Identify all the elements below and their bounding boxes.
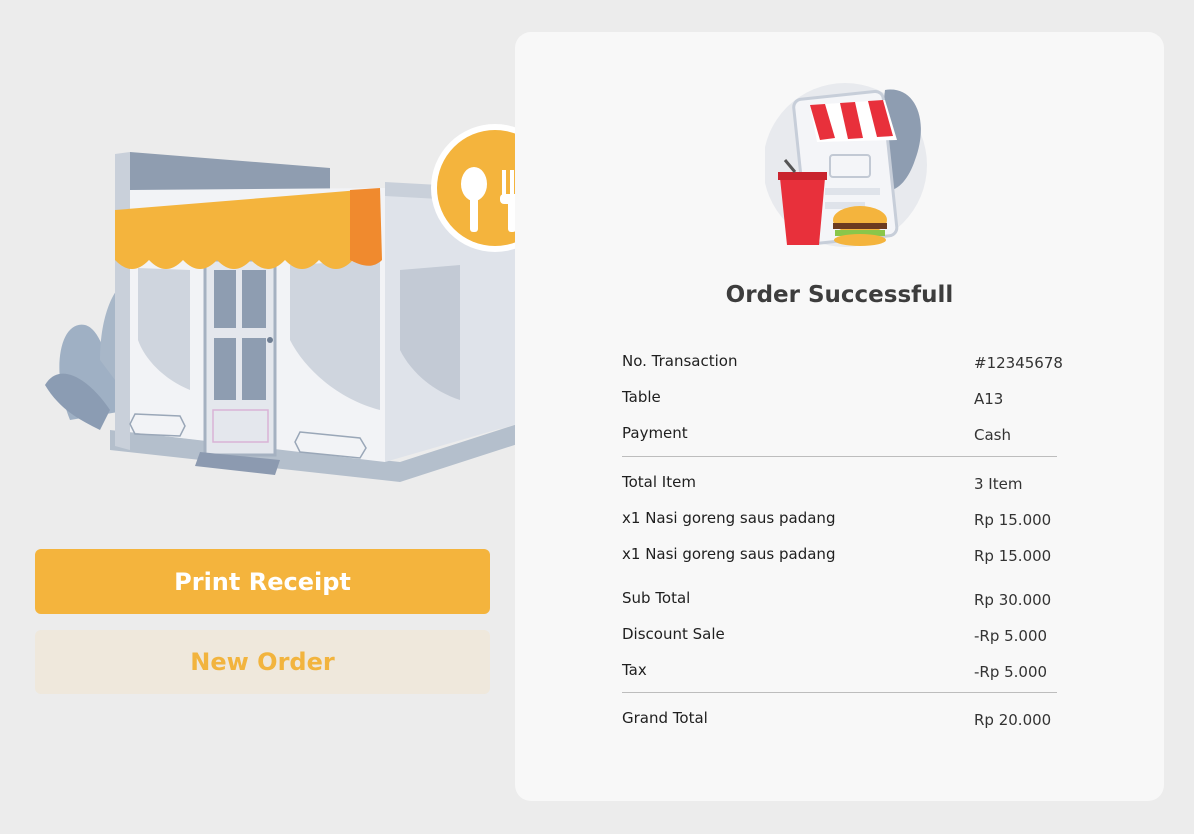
receipt-row-payment: Payment Cash <box>622 422 1057 458</box>
row-value: 3 Item <box>974 475 1023 493</box>
receipt-row-subtotal: Sub Total Rp 30.000 <box>622 587 1057 623</box>
new-order-button[interactable]: New Order <box>35 630 490 694</box>
receipt-row-item: x1 Nasi goreng saus padang Rp 15.000 <box>622 507 1057 543</box>
row-value: Rp 30.000 <box>974 591 1052 609</box>
receipt-card: Order Successfull No. Transaction #12345… <box>515 32 1164 801</box>
row-value: A13 <box>974 390 1004 408</box>
action-buttons: Print Receipt New Order <box>35 549 490 694</box>
row-label: x1 Nasi goreng saus padang <box>622 545 836 563</box>
row-value: -Rp 5.000 <box>974 627 1048 645</box>
row-label: Tax <box>622 661 647 679</box>
row-value: Rp 15.000 <box>974 547 1052 565</box>
order-success-title: Order Successfull <box>725 282 954 308</box>
row-label: Sub Total <box>622 589 691 607</box>
receipt-details: No. Transaction #12345678 Table A13 Paym… <box>622 350 1063 743</box>
food-delivery-illustration <box>765 83 927 247</box>
row-value: Rp 20.000 <box>974 711 1052 729</box>
receipt-row-grand-total: Grand Total Rp 20.000 <box>622 707 1057 743</box>
receipt-row-total-item: Total Item 3 Item <box>622 471 1057 507</box>
store-illustration <box>45 124 576 482</box>
row-label: Table <box>622 388 661 406</box>
receipt-row-table: Table A13 <box>622 386 1057 422</box>
row-value: -Rp 5.000 <box>974 663 1048 681</box>
row-label: Total Item <box>622 473 696 491</box>
receipt-row-transaction: No. Transaction #12345678 <box>622 350 1063 386</box>
receipt-row-discount: Discount Sale -Rp 5.000 <box>622 623 1057 659</box>
row-label: Grand Total <box>622 709 708 727</box>
row-label: No. Transaction <box>622 352 738 370</box>
receipt-row-tax: Tax -Rp 5.000 <box>622 659 1057 695</box>
print-receipt-button[interactable]: Print Receipt <box>35 549 490 614</box>
row-label: x1 Nasi goreng saus padang <box>622 509 836 527</box>
row-label: Discount Sale <box>622 625 725 643</box>
receipt-row-item: x1 Nasi goreng saus padang Rp 15.000 <box>622 543 1057 579</box>
row-value: #12345678 <box>974 354 1063 372</box>
row-value: Rp 15.000 <box>974 511 1052 529</box>
row-value: Cash <box>974 426 1011 444</box>
row-label: Payment <box>622 424 688 442</box>
